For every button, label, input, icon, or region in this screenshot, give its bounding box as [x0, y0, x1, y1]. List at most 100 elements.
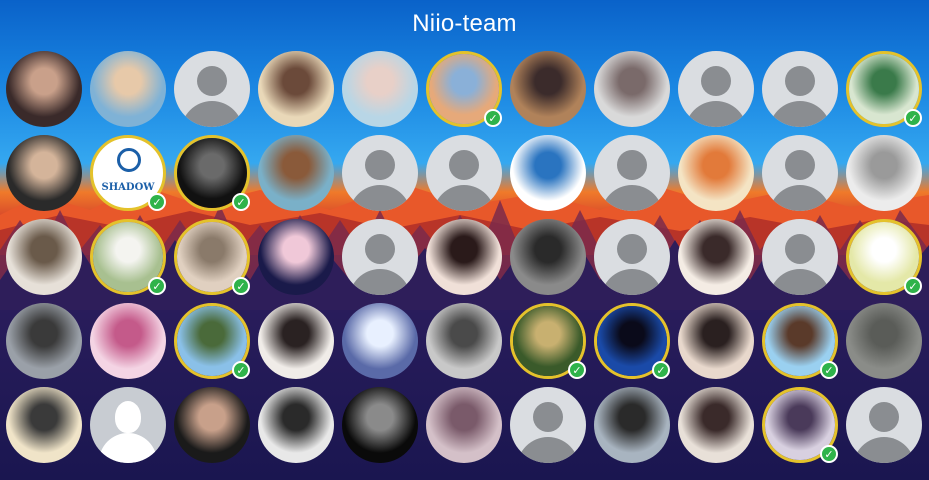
avatar-photo	[594, 387, 670, 463]
member-avatar[interactable]	[342, 51, 418, 127]
verified-check-icon: ✓	[232, 361, 250, 379]
member-avatar[interactable]	[258, 303, 334, 379]
logo-text: SHADOW	[101, 182, 155, 193]
member-avatar[interactable]	[174, 51, 250, 127]
member-avatar[interactable]	[762, 51, 838, 127]
avatar-photo	[678, 135, 754, 211]
default-avatar-head-icon	[533, 402, 563, 432]
verified-check-icon: ✓	[904, 277, 922, 295]
member-avatar[interactable]	[678, 219, 754, 295]
member-avatar[interactable]	[510, 387, 586, 463]
member-avatar[interactable]	[510, 219, 586, 295]
default-avatar-head-icon	[115, 401, 141, 433]
avatar-photo	[6, 303, 82, 379]
default-avatar-head-icon	[197, 66, 227, 96]
member-avatar[interactable]	[6, 51, 82, 127]
default-avatar-head-icon	[785, 150, 815, 180]
verified-check-icon: ✓	[568, 361, 586, 379]
member-avatar[interactable]	[426, 387, 502, 463]
avatar-photo	[258, 387, 334, 463]
default-avatar-body-icon	[685, 101, 747, 127]
member-avatar[interactable]	[510, 135, 586, 211]
default-avatar-head-icon	[449, 150, 479, 180]
avatar-photo	[6, 51, 82, 127]
verified-check-icon: ✓	[232, 277, 250, 295]
member-avatar[interactable]	[258, 219, 334, 295]
avatar-photo	[510, 51, 586, 127]
member-avatar[interactable]	[426, 219, 502, 295]
member-avatar[interactable]	[594, 135, 670, 211]
member-avatar[interactable]	[426, 303, 502, 379]
member-avatar[interactable]	[258, 387, 334, 463]
member-avatar[interactable]	[678, 135, 754, 211]
member-avatar[interactable]	[342, 303, 418, 379]
default-avatar-body-icon	[769, 101, 831, 127]
member-avatar[interactable]	[594, 219, 670, 295]
member-avatar[interactable]	[174, 387, 250, 463]
member-avatar[interactable]	[678, 303, 754, 379]
member-avatar[interactable]	[594, 51, 670, 127]
default-avatar-body-icon	[349, 185, 411, 211]
avatar-photo	[6, 219, 82, 295]
member-avatar[interactable]	[594, 387, 670, 463]
member-avatar[interactable]	[6, 303, 82, 379]
avatar-photo	[426, 387, 502, 463]
avatar-photo	[510, 219, 586, 295]
verified-check-icon: ✓	[232, 193, 250, 211]
avatar-photo	[342, 51, 418, 127]
avatar-photo	[510, 135, 586, 211]
member-avatar[interactable]	[678, 51, 754, 127]
verified-check-icon: ✓	[904, 109, 922, 127]
default-avatar-body-icon	[99, 433, 157, 463]
default-avatar-body-icon	[769, 185, 831, 211]
verified-check-icon: ✓	[484, 109, 502, 127]
avatar-photo	[678, 219, 754, 295]
member-avatar[interactable]	[846, 303, 922, 379]
avatar-photo	[846, 135, 922, 211]
default-avatar-head-icon	[365, 150, 395, 180]
member-avatar[interactable]	[6, 135, 82, 211]
avatar-photo	[426, 303, 502, 379]
member-avatar[interactable]	[90, 303, 166, 379]
default-avatar-body-icon	[769, 269, 831, 295]
avatar-photo	[90, 303, 166, 379]
member-avatar[interactable]	[90, 387, 166, 463]
member-avatar[interactable]	[342, 219, 418, 295]
member-avatar[interactable]	[258, 135, 334, 211]
member-avatar[interactable]	[258, 51, 334, 127]
avatar-photo	[6, 135, 82, 211]
member-avatar[interactable]	[342, 387, 418, 463]
verified-check-icon: ✓	[820, 445, 838, 463]
member-avatar[interactable]	[846, 387, 922, 463]
avatar-photo	[594, 51, 670, 127]
default-avatar-body-icon	[433, 185, 495, 211]
avatar-photo	[258, 51, 334, 127]
avatar-photo	[258, 219, 334, 295]
member-avatar[interactable]	[426, 135, 502, 211]
default-avatar-body-icon	[601, 185, 663, 211]
avatar-photo	[258, 135, 334, 211]
avatar-photo	[90, 51, 166, 127]
avatar-photo	[846, 303, 922, 379]
default-avatar-body-icon	[181, 101, 243, 127]
member-avatar[interactable]	[678, 387, 754, 463]
member-avatar[interactable]	[90, 51, 166, 127]
verified-check-icon: ✓	[148, 277, 166, 295]
member-avatar[interactable]	[762, 135, 838, 211]
avatar-photo	[258, 303, 334, 379]
member-avatar[interactable]	[342, 135, 418, 211]
avatar-photo	[174, 387, 250, 463]
default-avatar-head-icon	[365, 234, 395, 264]
member-avatar[interactable]	[762, 219, 838, 295]
verified-check-icon: ✓	[148, 193, 166, 211]
avatar-photo	[342, 387, 418, 463]
member-avatar[interactable]	[6, 219, 82, 295]
member-avatar[interactable]	[510, 51, 586, 127]
member-avatar[interactable]	[846, 135, 922, 211]
default-avatar-body-icon	[853, 437, 915, 463]
default-avatar-head-icon	[701, 66, 731, 96]
avatar-photo	[6, 387, 82, 463]
avatar-photo	[678, 387, 754, 463]
member-avatar[interactable]	[6, 387, 82, 463]
default-avatar-head-icon	[617, 234, 647, 264]
